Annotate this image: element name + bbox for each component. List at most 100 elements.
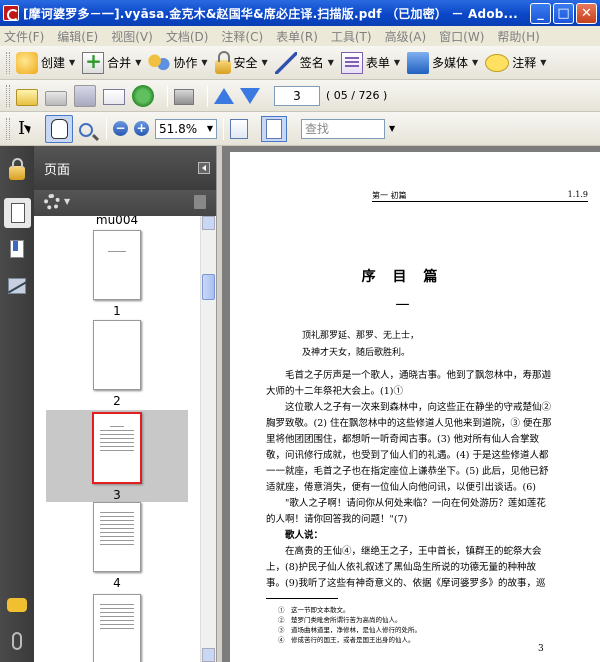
scanner-icon xyxy=(174,89,194,105)
footnote: ① 这一节即文本散文。 xyxy=(278,606,350,614)
menu-window[interactable]: 窗口(W) xyxy=(439,28,484,45)
combine-button[interactable]: 合并▼ xyxy=(82,49,141,76)
page-thumbnail[interactable]: 2 xyxy=(46,320,188,412)
body-line: 适就座，倦意消失，便有一位仙人向他问讯，以便引出谈话。(6) xyxy=(266,482,536,493)
footnote: ③ 道场曲林道里，净修林，是仙人修行的处所。 xyxy=(278,626,421,634)
scroll-up-button[interactable] xyxy=(202,216,215,230)
gear-icon[interactable] xyxy=(44,194,60,210)
web-button[interactable] xyxy=(132,83,154,109)
page-number-input[interactable]: 3 xyxy=(274,85,320,106)
secure-button[interactable]: 安全 ▼ xyxy=(214,50,268,76)
running-head: 第一 初篇 1.1.9 xyxy=(372,190,588,202)
page-thumbnail[interactable]: 4 xyxy=(46,502,188,594)
next-page-button[interactable] xyxy=(240,87,260,104)
create-button[interactable]: 创建 ▼ xyxy=(16,50,75,76)
comment-button[interactable]: 注释 ▼ xyxy=(485,50,546,76)
collapse-panel-button[interactable] xyxy=(198,162,210,174)
fit-width-button[interactable] xyxy=(261,115,287,142)
select-tool-button[interactable] xyxy=(16,116,38,142)
globe-icon xyxy=(132,84,154,107)
text-select-icon xyxy=(16,118,38,140)
scan-button[interactable] xyxy=(174,83,194,109)
forms-button[interactable]: 表单 ▼ xyxy=(340,50,401,76)
menu-advanced[interactable]: 高级(A) xyxy=(385,28,427,45)
body-line: 一一就座，毛首之子也在指定座位上谦恭坐下。(5) 此后，见他已舒 xyxy=(266,466,549,477)
zoom-out-button[interactable]: − xyxy=(113,121,128,136)
running-head-title: 第一 初篇 xyxy=(372,191,407,200)
toolbar-grip[interactable] xyxy=(6,84,10,107)
view-toolbar: − + 51.8% ▼ 查找 ▼ xyxy=(0,112,600,146)
hand-tool-button[interactable] xyxy=(45,114,73,143)
find-input[interactable]: 查找 xyxy=(301,118,385,139)
thumbnail-image xyxy=(92,412,142,484)
scrollbar-thumb[interactable] xyxy=(202,274,215,300)
collaborate-button[interactable]: 协作 ▼ xyxy=(148,50,208,76)
actual-size-button[interactable] xyxy=(230,116,248,142)
create-label: 创建 xyxy=(41,56,66,70)
navigation-pane xyxy=(0,146,34,662)
menu-forms[interactable]: 表单(R) xyxy=(276,28,318,45)
minimize-button[interactable]: _ xyxy=(530,2,551,24)
magnifier-icon xyxy=(79,122,93,137)
previous-page-button[interactable] xyxy=(214,87,234,104)
pages-panel-toolbar: ▼ xyxy=(34,190,216,216)
save-icon xyxy=(74,84,96,107)
zoom-select[interactable]: 51.8% ▼ xyxy=(155,118,217,139)
page-number: 3 xyxy=(538,644,544,654)
pages-panel: 页面 ▼ mu004 1 2 3 4 xyxy=(34,146,216,662)
chevron-down-icon: ▼ xyxy=(69,58,76,67)
toolbar-grip[interactable] xyxy=(6,117,10,140)
document-view[interactable]: 第一 初篇 1.1.9 序 目 篇 一 顶礼那罗延、那罗、无上士， 及神才天女，… xyxy=(222,146,600,662)
thumbnail-list[interactable]: mu004 1 2 3 4 xyxy=(34,216,200,662)
body-line: 事。(9)我听了这些有神奇意义的、依据《摩诃婆罗多》的故事，巡 xyxy=(266,578,546,589)
comments-icon[interactable] xyxy=(7,598,27,612)
comment-bubble-icon xyxy=(485,53,510,72)
body-line: 敬，问讯修行成就，也受到了仙人们的礼遇。(4) 于是这些修道人都 xyxy=(266,450,549,461)
multimedia-label: 多媒体 xyxy=(432,56,469,70)
zoom-tool-button[interactable] xyxy=(79,116,93,142)
page-thumbnail-selected[interactable]: 3 xyxy=(46,410,188,502)
pages-icon[interactable] xyxy=(4,198,31,228)
forms-label: 表单 xyxy=(365,56,390,70)
body-line: 里将他团团围住，都想听一听奇闻古事。(3) 他对所有仙人合掌致 xyxy=(266,434,539,445)
chevron-down-icon[interactable]: ▼ xyxy=(389,124,395,133)
close-button[interactable]: ✕ xyxy=(576,2,597,24)
chevron-down-icon: ▼ xyxy=(206,124,214,133)
menu-view[interactable]: 视图(V) xyxy=(111,28,153,45)
verse-line: 及神才天女，随后歌胜利。 xyxy=(302,348,411,358)
toolbar-grip[interactable] xyxy=(6,51,10,74)
page-thumbnail[interactable]: 1 xyxy=(46,230,188,322)
maximize-button[interactable]: □ xyxy=(553,2,574,24)
body-line: 歌人说： xyxy=(266,530,324,541)
menu-document[interactable]: 文档(D) xyxy=(166,28,209,45)
security-icon[interactable] xyxy=(9,158,25,180)
menu-edit[interactable]: 编辑(E) xyxy=(57,28,98,45)
zoom-in-button[interactable]: + xyxy=(134,121,149,136)
open-button[interactable] xyxy=(16,83,38,109)
thumbnail-image xyxy=(93,594,141,662)
pages-panel-title: 页面 xyxy=(44,162,71,178)
scroll-down-button[interactable] xyxy=(202,648,215,662)
fit-page-icon xyxy=(230,118,248,139)
trash-icon[interactable] xyxy=(194,195,206,209)
signatures-icon[interactable] xyxy=(8,278,26,294)
email-button[interactable] xyxy=(103,83,125,109)
multimedia-button[interactable]: 多媒体 ▼ xyxy=(407,50,478,76)
save-button[interactable] xyxy=(74,83,96,109)
thumbnail-image xyxy=(93,320,141,390)
chevron-down-icon[interactable]: ▼ xyxy=(64,197,70,206)
attachment-icon[interactable] xyxy=(12,632,22,650)
print-button[interactable] xyxy=(45,83,67,109)
chevron-down-icon: ▼ xyxy=(393,58,401,67)
menu-help[interactable]: 帮助(H) xyxy=(497,28,539,45)
menu-file[interactable]: 文件(F) xyxy=(4,28,44,45)
footnote: ④ 修成苦行的国王，或者是国王出身的仙人。 xyxy=(278,636,415,644)
menu-tools[interactable]: 工具(T) xyxy=(331,28,372,45)
bookmark-icon[interactable] xyxy=(10,240,24,258)
sign-button[interactable]: 签名 ▼ xyxy=(274,50,334,76)
page-thumbnail[interactable] xyxy=(46,594,188,662)
body-line: "歌人之子啊！请问你从何处来临？一向在何处游历？莲如莲花 xyxy=(266,498,546,509)
thumbnail-scrollbar[interactable] xyxy=(200,216,216,662)
body-line: 毛首之子厉声是一个歌人，通晓古事。他到了飘忽林中，寿那迦 xyxy=(266,370,552,381)
menu-comments[interactable]: 注释(C) xyxy=(221,28,263,45)
